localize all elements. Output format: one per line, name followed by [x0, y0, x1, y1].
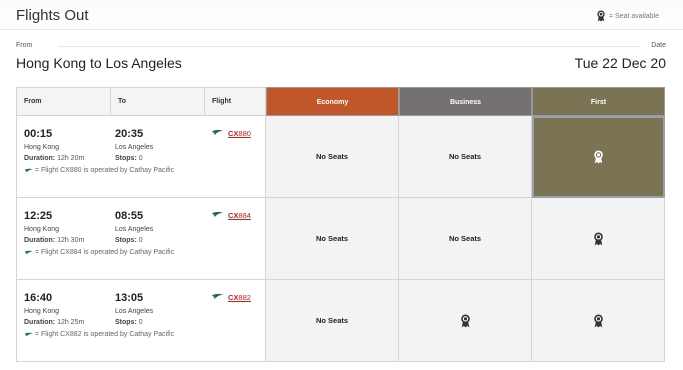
flight-number-link[interactable]: CX882	[228, 293, 251, 302]
column-header-business: Business	[399, 87, 532, 116]
flight-number-link[interactable]: CX880	[228, 129, 251, 138]
flight-row: 12:25 08:55 Hong Kong Los Angeles Durati…	[16, 198, 666, 280]
flight-details: 00:15 20:35 Hong Kong Los Angeles Durati…	[16, 116, 266, 198]
no-seats-label: No Seats	[315, 316, 349, 325]
no-seats-label: No Seats	[448, 152, 482, 161]
column-header-economy: Economy	[266, 87, 399, 116]
origin-city: Hong Kong	[24, 226, 60, 233]
seat-available-icon[interactable]	[460, 314, 471, 328]
duration: Duration: 12h 30m	[24, 237, 84, 244]
seat-available-icon[interactable]	[593, 232, 604, 246]
flight-code[interactable]: CX	[228, 211, 238, 220]
column-header-to: To	[111, 88, 205, 115]
date-label: Date	[651, 42, 666, 49]
duration-value: 12h 30m	[57, 237, 85, 244]
origin-city: Hong Kong	[24, 308, 60, 315]
operated-by-note: = Flight CX880 is operated by Cathay Pac…	[24, 167, 174, 174]
flight-info-header: From To Flight	[16, 87, 266, 116]
duration-label: Duration:	[24, 155, 56, 162]
route-title: Hong Kong to Los Angeles	[16, 55, 182, 71]
stops-value: 0	[138, 155, 143, 162]
flight-code[interactable]: CX	[228, 129, 238, 138]
flight-row: 16:40 13:05 Hong Kong Los Angeles Durati…	[16, 280, 666, 362]
flight-number-cell: CX880	[211, 128, 251, 138]
departure-time: 12:25	[24, 210, 53, 222]
destination-city: Los Angeles	[115, 226, 154, 233]
duration-value: 12h 25m	[57, 319, 85, 326]
flight-number-link[interactable]: CX884	[228, 211, 251, 220]
from-label: From	[16, 42, 33, 49]
stops: Stops: 0	[115, 237, 143, 244]
cathay-pacific-logo-icon	[211, 128, 224, 138]
operated-by-text: = Flight CX882 is operated by Cathay Pac…	[35, 331, 175, 338]
stops: Stops: 0	[115, 155, 143, 162]
flight-num[interactable]: 882	[238, 293, 251, 302]
duration: Duration: 12h 25m	[24, 319, 84, 326]
column-header-first: First	[532, 87, 665, 116]
page-header: Flights Out = Seat available	[0, 0, 683, 30]
arrival-time: 20:35	[115, 128, 144, 140]
route-info: From Date Hong Kong to Los Angeles Tue 2…	[16, 40, 666, 74]
duration: Duration: 12h 20m	[24, 155, 84, 162]
cathay-pacific-logo-icon	[211, 210, 224, 220]
stops-label: Stops:	[115, 237, 137, 244]
stops-label: Stops:	[115, 319, 137, 326]
operated-by-note: = Flight CX884 is operated by Cathay Pac…	[24, 249, 174, 256]
cathay-pacific-icon	[24, 250, 33, 256]
flight-row: 00:15 20:35 Hong Kong Los Angeles Durati…	[16, 116, 666, 198]
economy-cell: No Seats	[266, 116, 399, 198]
seat-legend: = Seat available	[596, 10, 659, 22]
first-cell-selected[interactable]	[532, 116, 665, 198]
origin-city: Hong Kong	[24, 144, 60, 151]
stops-value: 0	[138, 319, 143, 326]
economy-cell: No Seats	[266, 280, 399, 362]
flight-details: 12:25 08:55 Hong Kong Los Angeles Durati…	[16, 198, 266, 280]
arrival-time: 08:55	[115, 210, 144, 222]
destination-city: Los Angeles	[115, 308, 154, 315]
seat-available-icon[interactable]	[593, 314, 604, 328]
table-header: From To Flight Economy Business First	[16, 87, 666, 116]
flight-num[interactable]: 884	[238, 211, 251, 220]
business-cell: No Seats	[399, 198, 532, 280]
economy-cell: No Seats	[266, 198, 399, 280]
no-seats-label: No Seats	[315, 234, 349, 243]
business-cell: No Seats	[399, 116, 532, 198]
seat-available-icon	[596, 10, 606, 22]
no-seats-label: No Seats	[448, 234, 482, 243]
operated-by-note: = Flight CX882 is operated by Cathay Pac…	[24, 331, 174, 338]
column-header-flight: Flight	[212, 98, 232, 105]
flight-num[interactable]: 880	[238, 129, 251, 138]
first-cell[interactable]	[532, 280, 665, 362]
flight-details: 16:40 13:05 Hong Kong Los Angeles Durati…	[16, 280, 266, 362]
page-title: Flights Out	[16, 7, 89, 24]
stops: Stops: 0	[115, 319, 143, 326]
cathay-pacific-icon	[24, 168, 33, 174]
duration-value: 12h 20m	[57, 155, 85, 162]
column-header-from: From	[17, 88, 111, 115]
cathay-pacific-logo-icon	[211, 292, 224, 302]
flight-code[interactable]: CX	[228, 293, 238, 302]
operated-by-text: = Flight CX884 is operated by Cathay Pac…	[35, 249, 175, 256]
seat-available-icon[interactable]	[593, 150, 604, 164]
divider	[58, 46, 640, 47]
stops-label: Stops:	[115, 155, 137, 162]
first-cell[interactable]	[532, 198, 665, 280]
flight-number-cell: CX884	[211, 210, 251, 220]
legend-label: = Seat available	[608, 12, 659, 20]
travel-date: Tue 22 Dec 20	[574, 55, 666, 71]
flights-table: From To Flight Economy Business First 00…	[16, 87, 666, 362]
no-seats-label: No Seats	[315, 152, 349, 161]
departure-time: 00:15	[24, 128, 53, 140]
departure-time: 16:40	[24, 292, 53, 304]
duration-label: Duration:	[24, 237, 56, 244]
cathay-pacific-icon	[24, 332, 33, 338]
duration-label: Duration:	[24, 319, 56, 326]
business-cell[interactable]	[399, 280, 532, 362]
stops-value: 0	[138, 237, 143, 244]
arrival-time: 13:05	[115, 292, 144, 304]
operated-by-text: = Flight CX880 is operated by Cathay Pac…	[35, 167, 175, 174]
destination-city: Los Angeles	[115, 144, 154, 151]
flight-number-cell: CX882	[211, 292, 251, 302]
